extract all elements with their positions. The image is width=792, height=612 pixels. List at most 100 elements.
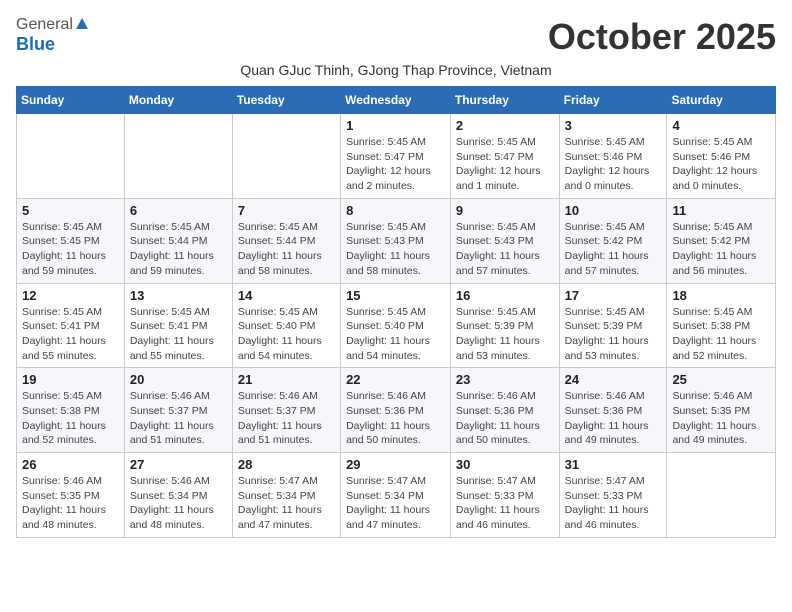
day-number: 25 [672,372,770,387]
calendar-cell: 13 Sunrise: 5:45 AMSunset: 5:41 PMDayligh… [124,283,232,368]
day-info: Sunrise: 5:45 AMSunset: 5:45 PMDaylight:… [22,220,119,279]
calendar-cell: 24 Sunrise: 5:46 AMSunset: 5:36 PMDayligh… [559,368,667,453]
day-number: 8 [346,203,445,218]
calendar-cell: 25Sunrise: 5:46 AMSunset: 5:35 PMDayligh… [667,368,776,453]
day-number: 4 [672,118,770,133]
day-number: 14 [238,288,335,303]
day-info: Sunrise: 5:46 AMSunset: 5:36 PMDaylight:… [565,389,662,448]
calendar-cell: 29 Sunrise: 5:47 AMSunset: 5:34 PMDayligh… [341,453,451,538]
calendar-cell: 17 Sunrise: 5:45 AMSunset: 5:39 PMDayligh… [559,283,667,368]
day-header-wednesday: Wednesday [341,87,451,114]
day-number: 16 [456,288,554,303]
day-number: 18 [672,288,770,303]
day-number: 20 [130,372,227,387]
calendar-cell: 10Sunrise: 5:45 AMSunset: 5:42 PMDayligh… [559,198,667,283]
logo: General Blue [16,16,88,55]
day-number: 12 [22,288,119,303]
calendar-cell: 23 Sunrise: 5:46 AMSunset: 5:36 PMDayligh… [450,368,559,453]
day-number: 26 [22,457,119,472]
day-info: Sunrise: 5:45 AMSunset: 5:38 PMDaylight:… [672,305,770,364]
day-info: Sunrise: 5:46 AMSunset: 5:37 PMDaylight:… [130,389,227,448]
day-number: 2 [456,118,554,133]
day-info: Sunrise: 5:45 AMSunset: 5:46 PMDaylight:… [565,135,662,194]
calendar-cell [667,453,776,538]
week-row-5: 26 Sunrise: 5:46 AMSunset: 5:35 PMDayligh… [17,453,776,538]
day-info: Sunrise: 5:45 AMSunset: 5:43 PMDaylight:… [456,220,554,279]
day-info: Sunrise: 5:45 AMSunset: 5:46 PMDaylight:… [672,135,770,194]
calendar-cell: 4 Sunrise: 5:45 AMSunset: 5:46 PMDaylight… [667,114,776,199]
day-number: 13 [130,288,227,303]
week-row-4: 19 Sunrise: 5:45 AMSunset: 5:38 PMDayligh… [17,368,776,453]
calendar-cell: 6 Sunrise: 5:45 AMSunset: 5:44 PMDaylight… [124,198,232,283]
calendar-cell: 22 Sunrise: 5:46 AMSunset: 5:36 PMDayligh… [341,368,451,453]
day-info: Sunrise: 5:46 AMSunset: 5:36 PMDaylight:… [456,389,554,448]
day-number: 11 [672,203,770,218]
day-number: 27 [130,457,227,472]
day-info: Sunrise: 5:46 AMSunset: 5:37 PMDaylight:… [238,389,335,448]
day-number: 17 [565,288,662,303]
day-number: 31 [565,457,662,472]
calendar-cell: 9 Sunrise: 5:45 AMSunset: 5:43 PMDaylight… [450,198,559,283]
calendar-cell: 26 Sunrise: 5:46 AMSunset: 5:35 PMDayligh… [17,453,125,538]
day-info: Sunrise: 5:47 AMSunset: 5:34 PMDaylight:… [238,474,335,533]
day-number: 23 [456,372,554,387]
day-info: Sunrise: 5:45 AMSunset: 5:44 PMDaylight:… [130,220,227,279]
day-info: Sunrise: 5:45 AMSunset: 5:42 PMDaylight:… [672,220,770,279]
day-header-monday: Monday [124,87,232,114]
month-title: October 2025 [548,16,776,58]
day-number: 7 [238,203,335,218]
day-header-saturday: Saturday [667,87,776,114]
day-info: Sunrise: 5:45 AMSunset: 5:42 PMDaylight:… [565,220,662,279]
day-number: 5 [22,203,119,218]
day-number: 21 [238,372,335,387]
calendar-cell: 16 Sunrise: 5:45 AMSunset: 5:39 PMDayligh… [450,283,559,368]
day-number: 24 [565,372,662,387]
calendar-cell: 5 Sunrise: 5:45 AMSunset: 5:45 PMDaylight… [17,198,125,283]
calendar-cell [17,114,125,199]
calendar-cell [232,114,340,199]
day-info: Sunrise: 5:45 AMSunset: 5:40 PMDaylight:… [346,305,445,364]
calendar-cell: 2Sunrise: 5:45 AMSunset: 5:47 PMDaylight… [450,114,559,199]
day-info: Sunrise: 5:45 AMSunset: 5:44 PMDaylight:… [238,220,335,279]
day-info: Sunrise: 5:45 AMSunset: 5:39 PMDaylight:… [456,305,554,364]
day-info: Sunrise: 5:45 AMSunset: 5:47 PMDaylight:… [346,135,445,194]
calendar-cell: 14 Sunrise: 5:45 AMSunset: 5:40 PMDayligh… [232,283,340,368]
calendar-cell: 15Sunrise: 5:45 AMSunset: 5:40 PMDayligh… [341,283,451,368]
day-info: Sunrise: 5:46 AMSunset: 5:35 PMDaylight:… [22,474,119,533]
calendar-table: SundayMondayTuesdayWednesdayThursdayFrid… [16,86,776,538]
calendar-cell: 30 Sunrise: 5:47 AMSunset: 5:33 PMDayligh… [450,453,559,538]
calendar-cell: 3 Sunrise: 5:45 AMSunset: 5:46 PMDaylight… [559,114,667,199]
day-number: 22 [346,372,445,387]
calendar-cell: 21 Sunrise: 5:46 AMSunset: 5:37 PMDayligh… [232,368,340,453]
day-info: Sunrise: 5:46 AMSunset: 5:36 PMDaylight:… [346,389,445,448]
logo-blue-text: Blue [16,34,55,55]
day-info: Sunrise: 5:45 AMSunset: 5:39 PMDaylight:… [565,305,662,364]
day-info: Sunrise: 5:47 AMSunset: 5:34 PMDaylight:… [346,474,445,533]
day-info: Sunrise: 5:45 AMSunset: 5:40 PMDaylight:… [238,305,335,364]
day-info: Sunrise: 5:47 AMSunset: 5:33 PMDaylight:… [456,474,554,533]
day-info: Sunrise: 5:45 AMSunset: 5:41 PMDaylight:… [22,305,119,364]
calendar-cell: 20 Sunrise: 5:46 AMSunset: 5:37 PMDayligh… [124,368,232,453]
day-number: 19 [22,372,119,387]
day-header-sunday: Sunday [17,87,125,114]
day-number: 3 [565,118,662,133]
calendar-cell: 1Sunrise: 5:45 AMSunset: 5:47 PMDaylight… [341,114,451,199]
day-header-thursday: Thursday [450,87,559,114]
week-row-1: 1Sunrise: 5:45 AMSunset: 5:47 PMDaylight… [17,114,776,199]
calendar-subtitle: Quan GJuc Thinh, GJong Thap Province, Vi… [16,62,776,78]
calendar-cell: 11 Sunrise: 5:45 AMSunset: 5:42 PMDayligh… [667,198,776,283]
calendar-cell: 7 Sunrise: 5:45 AMSunset: 5:44 PMDaylight… [232,198,340,283]
day-number: 9 [456,203,554,218]
day-info: Sunrise: 5:45 AMSunset: 5:38 PMDaylight:… [22,389,119,448]
calendar-cell: 12 Sunrise: 5:45 AMSunset: 5:41 PMDayligh… [17,283,125,368]
day-info: Sunrise: 5:47 AMSunset: 5:33 PMDaylight:… [565,474,662,533]
day-number: 6 [130,203,227,218]
week-row-3: 12 Sunrise: 5:45 AMSunset: 5:41 PMDayligh… [17,283,776,368]
calendar-cell: 19 Sunrise: 5:45 AMSunset: 5:38 PMDayligh… [17,368,125,453]
week-row-2: 5 Sunrise: 5:45 AMSunset: 5:45 PMDaylight… [17,198,776,283]
calendar-cell: 27Sunrise: 5:46 AMSunset: 5:34 PMDayligh… [124,453,232,538]
calendar-cell [124,114,232,199]
day-info: Sunrise: 5:45 AMSunset: 5:41 PMDaylight:… [130,305,227,364]
day-number: 30 [456,457,554,472]
day-number: 29 [346,457,445,472]
